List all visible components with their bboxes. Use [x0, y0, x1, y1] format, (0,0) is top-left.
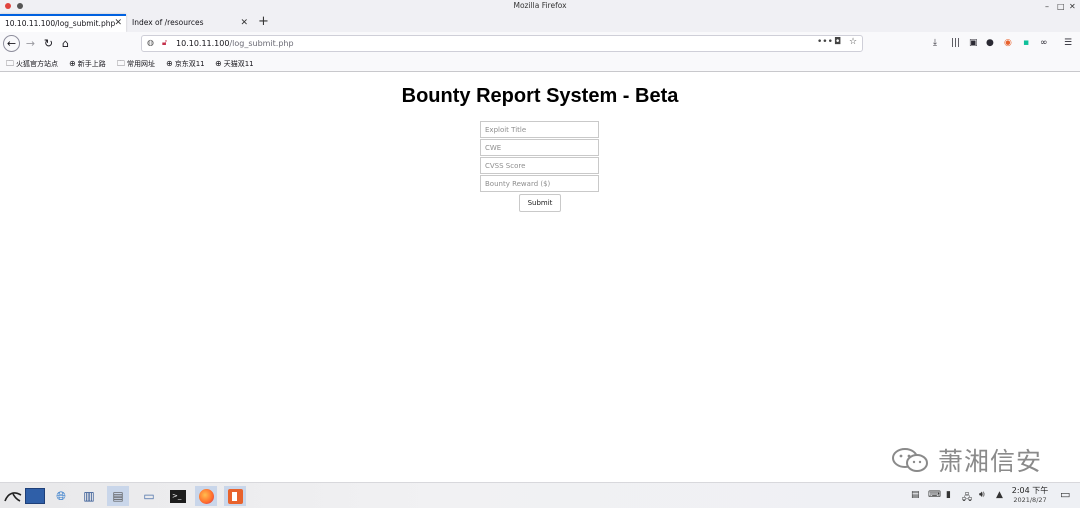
- firefox-account-icon[interactable]: ◉: [1004, 37, 1012, 49]
- bookmark-item[interactable]: ⊕ 新手上路: [69, 58, 106, 70]
- browser-globe-icon[interactable]: 🌐︎: [50, 486, 72, 506]
- reload-icon[interactable]: ↻: [40, 35, 57, 52]
- tray-expand-icon[interactable]: ▲: [996, 490, 1003, 500]
- back-arrow-icon[interactable]: ←: [3, 35, 20, 52]
- keyboard-icon[interactable]: ⌨: [928, 490, 941, 500]
- extension-icon[interactable]: ●: [986, 37, 994, 49]
- clipboard-icon[interactable]: ▤: [911, 490, 920, 500]
- page-title: Bounty Report System - Beta: [401, 85, 679, 107]
- url-text[interactable]: 10.10.11.100/log_submit.php: [176, 38, 294, 49]
- bounty-reward-input[interactable]: [480, 175, 599, 192]
- clock-time: 2:04 下午: [1011, 486, 1049, 495]
- tools-icon[interactable]: ▥: [78, 486, 100, 506]
- close-icon[interactable]: ✕: [1069, 0, 1076, 13]
- exploit-title-input[interactable]: [480, 121, 599, 138]
- forward-arrow-icon[interactable]: →: [22, 35, 39, 52]
- close-tab-icon[interactable]: ✕: [114, 16, 122, 31]
- bookmark-folder[interactable]: 🗀 常用网址: [117, 58, 155, 70]
- folder-icon: 🗀: [6, 59, 14, 68]
- wechat-icon: [892, 448, 928, 472]
- workspace-icon[interactable]: [24, 486, 46, 506]
- burpsuite-icon[interactable]: [224, 486, 246, 506]
- minimize-icon[interactable]: –: [1045, 0, 1049, 13]
- terminal-icon[interactable]: >_: [167, 486, 189, 506]
- maximize-icon[interactable]: □: [1057, 0, 1065, 13]
- cwe-input[interactable]: [480, 139, 599, 156]
- library-icon[interactable]: |||: [951, 37, 960, 49]
- watermark: 萧湘信安: [890, 442, 1042, 478]
- bookmarks-bar: 🗀 火狐官方站点 ⊕ 新手上路 🗀 常用网址 ⊕ 京东双11 ⊕ 天猫双11: [0, 55, 1080, 72]
- downloads-icon[interactable]: ⤓: [933, 37, 937, 49]
- battery-icon[interactable]: ▮: [946, 490, 951, 500]
- window-title: Mozilla Firefox: [513, 1, 567, 10]
- tab-index-resources[interactable]: Index of /resources ✕: [127, 14, 252, 32]
- shield-icon[interactable]: ◍: [147, 38, 154, 47]
- cvss-score-input[interactable]: [480, 157, 599, 174]
- globe-icon: ⊕: [69, 59, 76, 68]
- submit-button[interactable]: Submit: [519, 194, 561, 212]
- globe-icon: ⊕: [166, 59, 173, 68]
- volume-icon[interactable]: 🔊︎: [979, 490, 985, 500]
- taskbar: 🌐︎ ▥ ▤ ▭ >_ ▤ ⌨ ▮ 🖧︎ 🔊︎ ▲ 2:04 下午 2021/8…: [0, 482, 1080, 508]
- addon-icon[interactable]: ▪: [1023, 37, 1029, 49]
- kali-menu-icon[interactable]: [2, 486, 24, 506]
- insecure-lock-icon[interactable]: 🔓︎: [162, 38, 167, 48]
- tab-log-submit[interactable]: 10.10.11.100/log_submit.php ✕: [0, 14, 126, 32]
- watermark-text: 萧湘信安: [938, 447, 1043, 476]
- tab-bar: 10.10.11.100/log_submit.php ✕ Index of /…: [0, 13, 1080, 32]
- navigation-bar: ← → ↻ ⌂ ◍ 🔓︎ 10.10.11.100/log_submit.php…: [0, 32, 1080, 55]
- home-icon[interactable]: ⌂: [57, 35, 74, 52]
- window-titlebar: Mozilla Firefox – □ ✕: [0, 0, 1080, 13]
- firefox-icon[interactable]: [195, 486, 217, 506]
- clock-date: 2021/8/27: [1013, 496, 1047, 504]
- folder-icon: 🗀: [117, 59, 125, 68]
- bookmark-folder[interactable]: 🗀 火狐官方站点: [6, 58, 58, 70]
- tab-label: Index of /resources: [132, 18, 204, 27]
- close-tab-icon[interactable]: ✕: [240, 14, 248, 32]
- page-actions-icon[interactable]: •••: [817, 37, 833, 47]
- hamburger-menu-icon[interactable]: ☰: [1064, 37, 1072, 49]
- sidebar-icon[interactable]: ▣: [969, 37, 978, 49]
- bookmark-star-icon[interactable]: ☆: [849, 37, 857, 47]
- new-tab-icon[interactable]: +: [258, 14, 269, 30]
- clock[interactable]: 2:04 下午 2021/8/27: [1008, 486, 1052, 505]
- network-icon[interactable]: 🖧︎: [962, 490, 972, 506]
- container-icon[interactable]: ∞: [1040, 37, 1048, 49]
- pocket-icon[interactable]: ◘: [834, 37, 841, 47]
- show-desktop-icon[interactable]: ▭: [1060, 488, 1070, 501]
- file-manager-icon[interactable]: ▭: [138, 486, 160, 506]
- files-icon[interactable]: ▤: [107, 486, 129, 506]
- globe-icon: ⊕: [215, 59, 222, 68]
- bookmark-item[interactable]: ⊕ 京东双11: [166, 58, 205, 70]
- url-bar[interactable]: ◍ 🔓︎ 10.10.11.100/log_submit.php ••• ◘ ☆: [141, 35, 863, 52]
- tab-label: 10.10.11.100/log_submit.php: [5, 19, 116, 28]
- bookmark-item[interactable]: ⊕ 天猫双11: [215, 58, 254, 70]
